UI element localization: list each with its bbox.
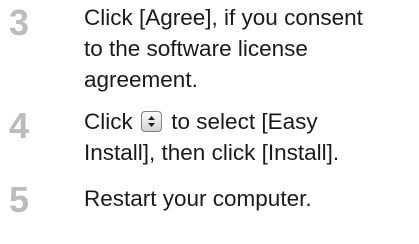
popup-menu-arrows-icon <box>141 111 163 132</box>
step-text: Restart your computer. <box>84 183 414 214</box>
step-text-line: Install], then click [Install]. <box>84 140 340 165</box>
step-text: Click [Agree], if you consent to the sof… <box>84 2 414 95</box>
step-text-line: Restart your computer. <box>84 186 312 211</box>
step-text-line: to the software license <box>84 36 308 61</box>
step-number: 4 <box>9 105 30 146</box>
step-text-line: Click to select [Easy <box>84 106 414 137</box>
step-number: 3 <box>9 2 30 43</box>
step-text: Click to select [Easy Install], then cli… <box>84 106 414 168</box>
step-number: 5 <box>9 179 30 220</box>
step-text-line: Click [Agree], if you consent <box>84 5 363 30</box>
step-text-fragment: Click <box>84 109 133 134</box>
step-text-line: agreement. <box>84 67 198 92</box>
popup-menu-arrows-glyph <box>148 116 156 127</box>
step-text-fragment: to select [Easy <box>171 109 318 134</box>
